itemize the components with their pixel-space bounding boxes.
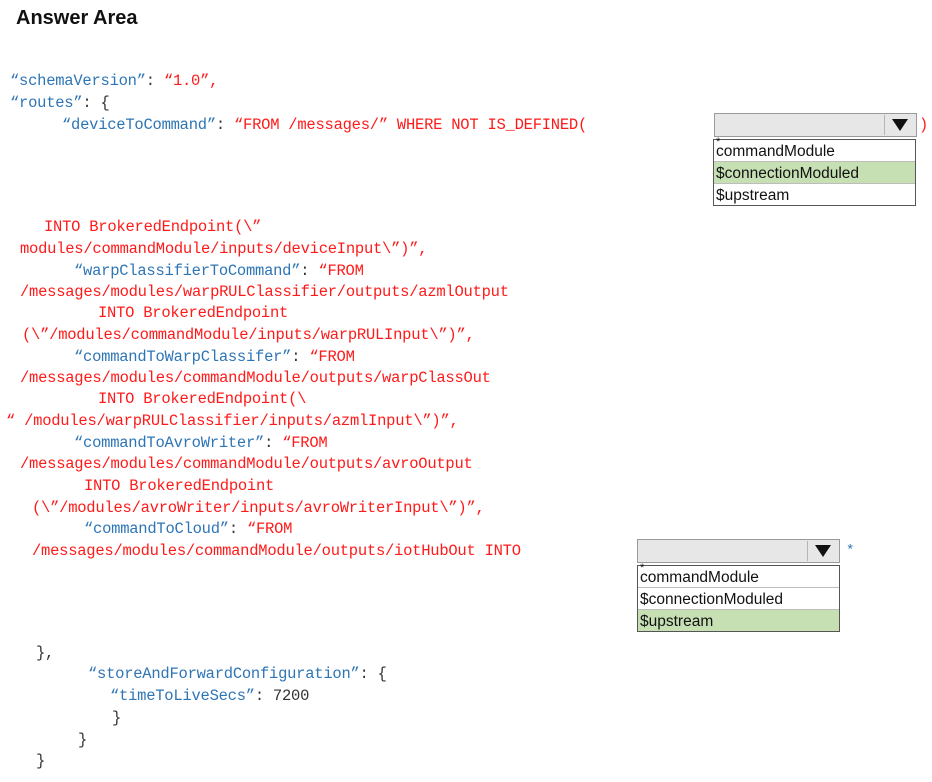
code-line-avro-from: /messages/modules/commandModule/outputs/… xyxy=(20,455,473,473)
json-punct: : xyxy=(291,348,310,366)
answer-area-title: Answer Area xyxy=(16,7,138,29)
code-line-device-to-command: “deviceToCommand”: “FROM /messages/” WHE… xyxy=(62,116,587,134)
json-punct: : xyxy=(264,434,283,452)
dropdown-2-toggle[interactable] xyxy=(807,541,838,561)
option-label: commandModule xyxy=(640,569,759,586)
json-punct: : xyxy=(145,72,164,90)
code-line-into-3: INTO BrokeredEndpoint(\ xyxy=(98,390,307,408)
code-line-command-to-warp: “commandToWarpClassifer”: “FROM xyxy=(74,348,355,366)
json-key: “warpClassifierToCommand” xyxy=(74,262,301,280)
code-paren-close: ) xyxy=(919,116,929,134)
json-key: “storeAndForwardConfiguration” xyxy=(88,665,360,683)
json-key: “deviceToCommand” xyxy=(62,116,216,134)
code-line-close-root: } xyxy=(36,752,46,770)
json-punct: : xyxy=(228,520,247,538)
dropdown-1-option-connection-moduled[interactable]: $connectionModuled xyxy=(714,162,915,184)
option-label: $connectionModuled xyxy=(716,165,860,182)
dropdown-1-options: * commandModule $connectionModuled $upst… xyxy=(713,137,916,206)
code-line-cloud-from: /messages/modules/commandModule/outputs/… xyxy=(32,542,521,560)
json-key: “routes” xyxy=(10,94,83,112)
dropdown-2-option-upstream[interactable]: $upstream xyxy=(638,610,839,631)
option-label: $upstream xyxy=(716,187,790,204)
json-key: “schemaVersion” xyxy=(10,72,146,90)
dropdown-2-options: * commandModule $connectionModuled $upst… xyxy=(637,563,840,632)
json-value: “FROM xyxy=(246,520,293,538)
dropdown-1-select[interactable] xyxy=(714,113,917,137)
triangle-down-icon xyxy=(892,119,908,131)
option-label: commandModule xyxy=(716,143,835,160)
dropdown-1-option-command-module[interactable]: * commandModule xyxy=(714,137,915,162)
dropdown-1-toggle[interactable] xyxy=(884,115,915,135)
code-line-close-inner: } xyxy=(112,709,122,727)
code-line-module-3: “ /modules/warpRULClassifier/inputs/azml… xyxy=(6,412,459,430)
code-line-schema: “schemaVersion”: “1.0”, xyxy=(10,72,218,90)
json-key: “commandToAvroWriter” xyxy=(74,434,265,452)
code-line-warp-classifier: “warpClassifierToCommand”: “FROM xyxy=(74,262,364,280)
json-punct: : { xyxy=(359,665,387,683)
json-value: “FROM /messages/” WHERE NOT IS_DEFINED( xyxy=(234,116,588,134)
code-star: * xyxy=(846,543,855,559)
option-label: $upstream xyxy=(640,613,714,630)
dropdown-2-option-command-module[interactable]: * commandModule xyxy=(638,563,839,588)
json-key: “commandToCloud” xyxy=(84,520,229,538)
dropdown-2-select[interactable] xyxy=(637,539,840,563)
dropdown-2-option-connection-moduled[interactable]: $connectionModuled xyxy=(638,588,839,610)
code-line-cmdwarp-from: /messages/modules/commandModule/outputs/… xyxy=(20,369,491,387)
option-label: $connectionModuled xyxy=(640,591,784,608)
code-line-into-1: INTO BrokeredEndpoint(\” xyxy=(44,218,262,236)
json-punct: : xyxy=(215,116,234,134)
json-value: : 7200 xyxy=(254,687,310,705)
json-value: “FROM xyxy=(318,262,364,280)
code-line-command-to-cloud: “commandToCloud”: “FROM xyxy=(84,520,292,538)
code-line-command-to-avro: “commandToAvroWriter”: “FROM xyxy=(74,434,328,452)
json-key: “commandToWarpClassifer” xyxy=(74,348,292,366)
json-punct: : xyxy=(300,262,319,280)
code-line-module-2: (\”/modules/commandModule/inputs/warpRUL… xyxy=(22,326,475,344)
code-line-module-1: modules/commandModule/inputs/deviceInput… xyxy=(20,240,428,258)
json-value: “FROM xyxy=(282,434,328,452)
json-key: “timeToLiveSecs” xyxy=(110,687,255,705)
code-line-store-forward: “storeAndForwardConfiguration”: { xyxy=(88,665,387,683)
code-line-close-store: } xyxy=(78,731,88,749)
code-line-into-4: INTO BrokeredEndpoint xyxy=(84,477,275,495)
triangle-down-icon xyxy=(815,545,831,557)
dropdown-1-option-upstream[interactable]: $upstream xyxy=(714,184,915,205)
code-line-warp-from: /messages/modules/warpRULClassifier/outp… xyxy=(20,283,509,301)
code-line-close-routes: }, xyxy=(36,644,55,662)
code-line-module-4: (\”/modules/avroWriter/inputs/avroWriter… xyxy=(32,499,485,517)
json-value: “1.0”, xyxy=(163,72,219,90)
code-line-routes: “routes”: { xyxy=(10,94,110,112)
json-punct: : { xyxy=(82,94,110,112)
code-line-ttl: “timeToLiveSecs”: 7200 xyxy=(110,687,309,705)
json-value: “FROM xyxy=(309,348,355,366)
code-line-into-2: INTO BrokeredEndpoint xyxy=(98,304,289,322)
